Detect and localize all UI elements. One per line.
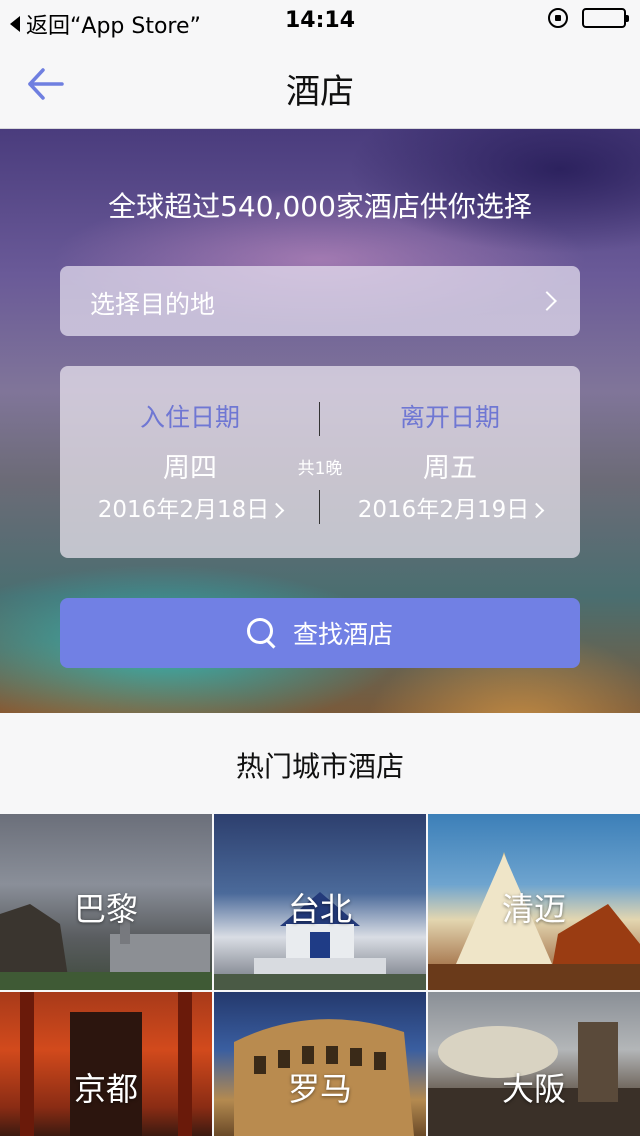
checkin-label: 入住日期 <box>139 403 240 432</box>
hot-cities-title: 热门城市酒店 <box>235 750 404 783</box>
status-time: 14:14 <box>284 8 356 33</box>
checkin-date-text: 2016年2月18日 <box>97 497 270 523</box>
page-title: 酒店 <box>286 72 354 112</box>
city-name: 巴黎 <box>73 890 138 928</box>
city-tile-paris[interactable]: 巴黎 <box>0 814 212 990</box>
chevron-right-icon <box>537 291 557 311</box>
chevron-right-icon <box>528 502 545 519</box>
city-tile-taipei[interactable]: 台北 <box>214 814 426 990</box>
battery-icon <box>582 8 629 28</box>
checkout-date: 2016年2月19日 <box>320 490 580 524</box>
city-name: 京都 <box>73 1070 138 1108</box>
search-button-label: 查找酒店 <box>292 620 393 649</box>
orientation-lock-icon <box>548 8 568 28</box>
status-indicators <box>548 8 629 28</box>
chevron-right-icon <box>268 502 285 519</box>
city-tile-chiang-mai[interactable]: 清迈 <box>428 814 640 990</box>
checkin-date: 2016年2月18日 <box>60 490 320 524</box>
checkout-label: 离开日期 <box>399 403 500 432</box>
hero-banner: 全球超过540,000家酒店供你选择 选择目的地 入住日期 周四 2016年2月… <box>0 129 640 713</box>
date-picker-panel: 入住日期 周四 2016年2月18日 离开日期 周五 2016年2月19日 共1… <box>60 366 580 558</box>
city-tile-rome[interactable]: 罗马 <box>214 992 426 1136</box>
nights-count: 共1晚 <box>297 459 343 479</box>
city-name: 台北 <box>287 890 352 928</box>
city-tile-osaka[interactable]: 大阪 <box>428 992 640 1136</box>
city-name: 清迈 <box>501 890 566 928</box>
search-hotels-button[interactable]: 查找酒店 <box>60 598 580 668</box>
search-icon <box>246 618 277 649</box>
status-bar: 返回“App Store” 14:14 <box>0 0 640 40</box>
divider-bottom <box>319 490 320 524</box>
city-name: 大阪 <box>501 1070 566 1108</box>
divider-top <box>319 402 320 436</box>
checkout-date-text: 2016年2月19日 <box>357 497 530 523</box>
destination-placeholder: 选择目的地 <box>90 290 216 319</box>
city-name: 罗马 <box>287 1070 352 1108</box>
hero-tagline: 全球超过540,000家酒店供你选择 <box>108 190 532 223</box>
destination-selector[interactable]: 选择目的地 <box>60 266 580 336</box>
hot-cities-grid: 巴黎 台北 清迈 京都 罗马 大阪 <box>0 814 640 1136</box>
navigation-bar: 酒店 <box>0 40 640 129</box>
city-tile-kyoto[interactable]: 京都 <box>0 992 212 1136</box>
